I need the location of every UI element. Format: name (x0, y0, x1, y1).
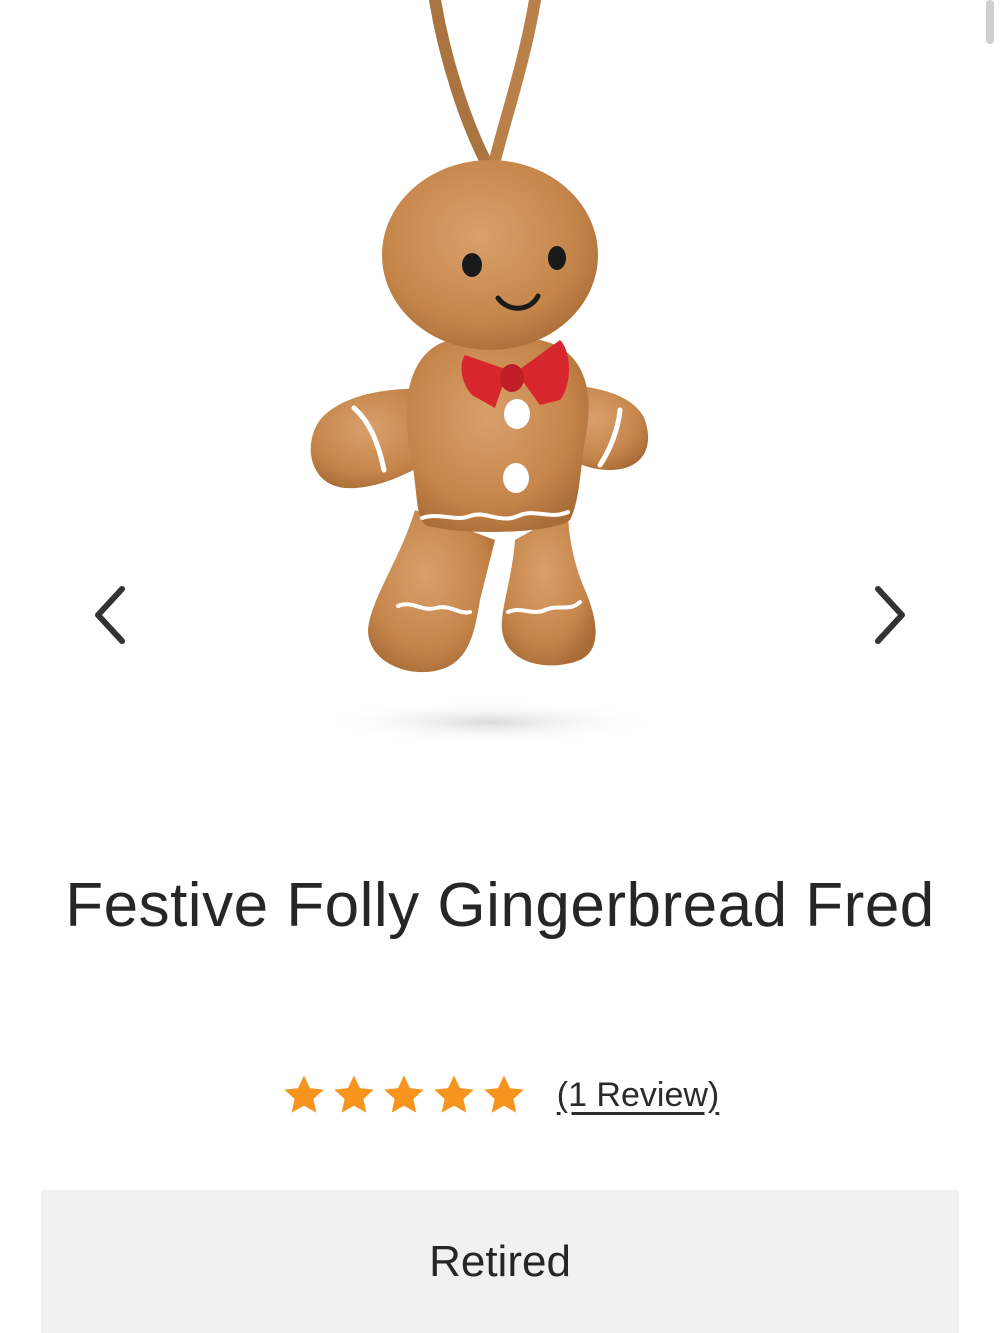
reviews-link[interactable]: (1 Review) (557, 1076, 719, 1115)
star-icon (284, 1075, 324, 1113)
status-label: Retired (429, 1236, 571, 1286)
star-icon (484, 1075, 524, 1113)
product-gallery (0, 0, 1000, 820)
star-icon (384, 1075, 424, 1113)
star-icon (334, 1075, 374, 1113)
star-rating (281, 1072, 531, 1118)
product-rating: (1 Review) (0, 1068, 1000, 1122)
star-icon (434, 1075, 474, 1113)
product-status-box: Retired (41, 1190, 959, 1333)
chevron-right-icon (875, 586, 905, 644)
product-title: Festive Folly Gingerbread Fred (65, 871, 935, 940)
chevron-left-icon (95, 586, 125, 644)
product-page: Festive Folly Gingerbread Fred (1 Review… (0, 0, 1000, 1333)
gallery-next-button[interactable] (860, 580, 920, 650)
gallery-prev-button[interactable] (80, 580, 140, 650)
gingerbread-plush-image (310, 0, 660, 744)
